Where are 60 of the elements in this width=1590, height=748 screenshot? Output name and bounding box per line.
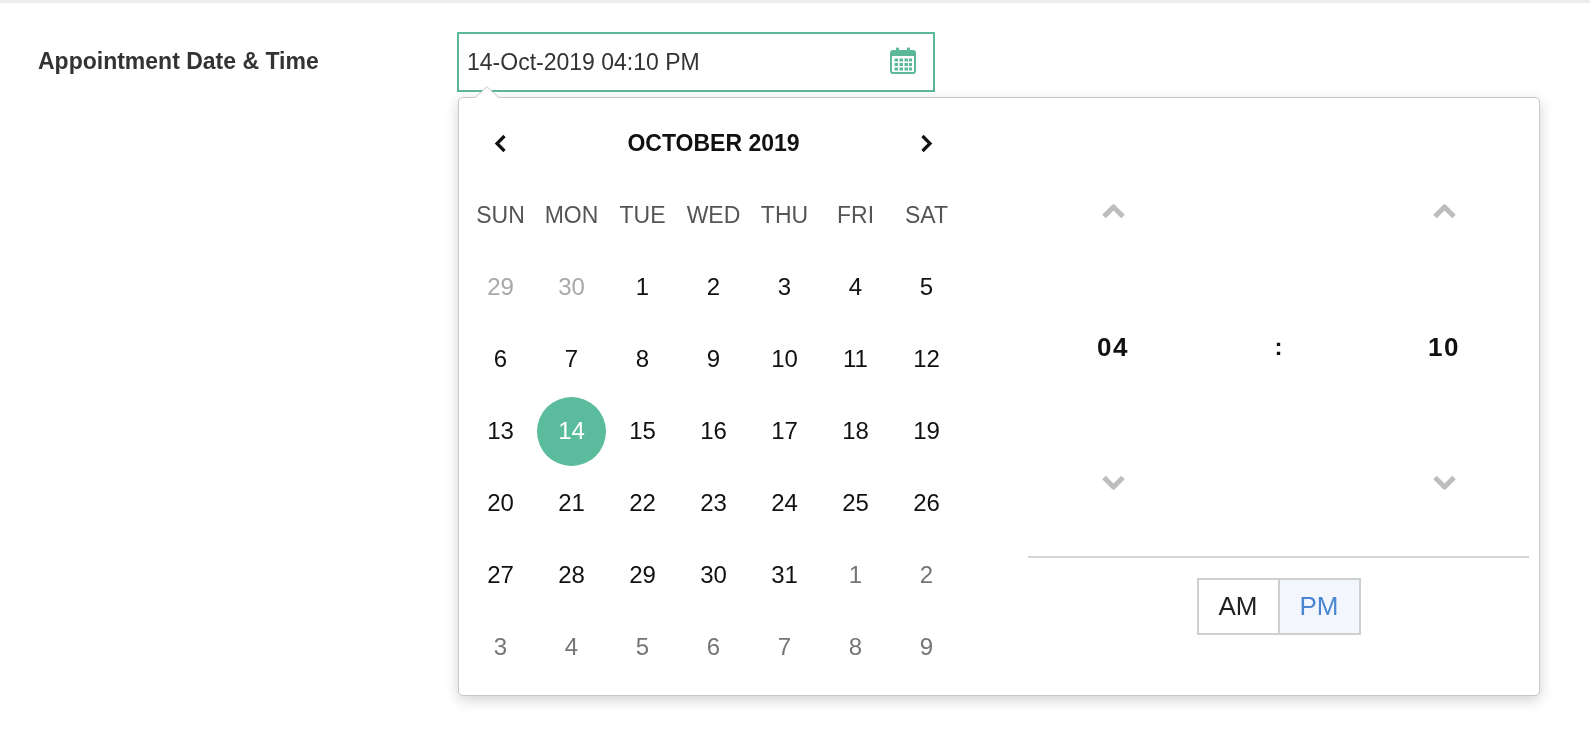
chevron-down-icon[interactable] [1100, 475, 1126, 491]
weekday-label: SUN [476, 201, 525, 229]
chevron-up-icon[interactable] [1431, 203, 1457, 219]
calendar-day[interactable]: 23 [679, 468, 748, 538]
calendar-day[interactable]: 29 [608, 540, 677, 610]
calendar-day[interactable]: 4 [821, 252, 890, 322]
calendar-day[interactable]: 27 [466, 540, 535, 610]
weekday-label: THU [760, 201, 809, 229]
calendar-day[interactable]: 3 [466, 612, 535, 682]
calendar-day[interactable]: 15 [608, 396, 677, 466]
minute-value: 10 [1428, 331, 1460, 363]
calendar-day[interactable]: 11 [821, 324, 890, 394]
calendar-icon[interactable] [890, 47, 916, 74]
calendar-day[interactable]: 21 [537, 468, 606, 538]
calendar-day[interactable]: 31 [750, 540, 819, 610]
calendar-day[interactable]: 6 [466, 324, 535, 394]
calendar-day[interactable]: 4 [537, 612, 606, 682]
weekday-label: WED [686, 201, 741, 229]
calendar-day[interactable]: 24 [750, 468, 819, 538]
chevron-up-icon[interactable] [1100, 203, 1126, 219]
calendar-day[interactable]: 19 [892, 396, 961, 466]
calendar-day[interactable]: 1 [821, 540, 890, 610]
calendar-day[interactable]: 16 [679, 396, 748, 466]
calendar-day[interactable]: 6 [679, 612, 748, 682]
chevron-down-icon[interactable] [1431, 475, 1457, 491]
calendar-day[interactable]: 22 [608, 468, 677, 538]
weekday-label: SAT [905, 201, 948, 229]
calendar-day[interactable]: 5 [608, 612, 677, 682]
calendar-day[interactable]: 25 [821, 468, 890, 538]
field-label: Appointment Date & Time [38, 47, 320, 75]
calendar-day[interactable]: 2 [892, 540, 961, 610]
calendar-day[interactable]: 18 [821, 396, 890, 466]
calendar-day[interactable]: 5 [892, 252, 961, 322]
calendar-day[interactable]: 1 [608, 252, 677, 322]
calendar-day[interactable]: 28 [537, 540, 606, 610]
calendar-day[interactable]: 17 [750, 396, 819, 466]
chevron-right-icon[interactable] [920, 133, 933, 153]
weekday-label: TUE [619, 201, 666, 229]
weekday-label: MON [544, 201, 599, 229]
calendar-day[interactable]: 10 [750, 324, 819, 394]
month-title: OCTOBER 2019 [627, 129, 800, 157]
hour-value: 04 [1097, 331, 1129, 363]
calendar-day[interactable]: 3 [750, 252, 819, 322]
calendar-day[interactable]: 8 [821, 612, 890, 682]
calendar-day[interactable]: 2 [679, 252, 748, 322]
time-separator: : [1274, 333, 1283, 361]
date-time-field[interactable]: 14-Oct-2019 04:10 PM [457, 32, 935, 92]
calendar-day[interactable]: 30 [679, 540, 748, 610]
calendar-day[interactable]: 9 [679, 324, 748, 394]
weekday-label: FRI [836, 201, 875, 229]
calendar-day[interactable]: 26 [892, 468, 961, 538]
calendar-day[interactable]: 9 [892, 612, 961, 682]
calendar-day[interactable]: 7 [750, 612, 819, 682]
calendar-day[interactable]: 8 [608, 324, 677, 394]
calendar-day[interactable]: 12 [892, 324, 961, 394]
calendar-day[interactable]: 7 [537, 324, 606, 394]
calendar-day[interactable]: 13 [466, 396, 535, 466]
calendar-day[interactable]: 20 [466, 468, 535, 538]
chevron-left-icon[interactable] [494, 133, 507, 153]
period-button[interactable]: AM [1196, 578, 1280, 635]
